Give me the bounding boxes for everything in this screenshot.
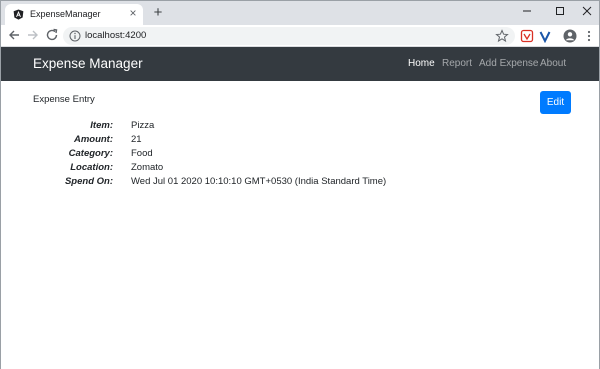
nav-link-report[interactable]: Report [442,58,472,69]
tab-close-icon[interactable]: × [127,7,139,19]
detail-row-amount: Amount: 21 [1,134,599,148]
detail-value: Food [131,148,153,159]
tab-title: ExpenseManager [30,9,101,19]
browser-toolbar: localhost:4200 [1,25,599,47]
kebab-menu-icon[interactable] [585,29,593,43]
reload-icon[interactable] [44,27,60,43]
extension-shield-icon[interactable] [520,29,534,43]
detail-label: Spend On: [64,176,113,187]
detail-row-item: Item: Pizza [1,120,599,134]
nav-link-add-expense[interactable]: Add Expense [479,58,539,69]
minimize-icon[interactable] [514,3,540,19]
expense-details: Item: Pizza Amount: 21 Category: Food Lo… [1,120,599,190]
detail-label: Item: [90,120,113,131]
browser-window: ExpenseManager × + localhost:4200 Expens… [0,0,600,369]
bookmark-star-icon[interactable] [495,29,509,43]
info-icon[interactable] [69,30,81,42]
main-content: Expense Entry Edit Item: Pizza Amount: 2… [1,81,599,369]
detail-row-location: Location: Zomato [1,162,599,176]
tab-strip: ExpenseManager × + [1,1,599,25]
browser-tab[interactable]: ExpenseManager × [5,4,143,25]
forward-arrow-icon[interactable] [25,27,41,43]
back-arrow-icon[interactable] [6,27,22,43]
new-tab-icon[interactable]: + [151,5,165,20]
detail-label: Amount: [73,134,113,145]
page-title: Expense Entry [33,94,95,105]
detail-row-category: Category: Food [1,148,599,162]
detail-row-spend-on: Spend On: Wed Jul 01 2020 10:10:10 GMT+0… [1,176,599,190]
address-bar[interactable]: localhost:4200 [63,27,515,45]
detail-label: Category: [68,148,113,159]
detail-value: Pizza [131,120,155,131]
url-text[interactable]: localhost:4200 [85,30,146,41]
nav-link-about[interactable]: About [540,58,566,69]
detail-value: 21 [131,134,142,145]
window-close-icon[interactable] [574,3,600,19]
detail-value: Zomato [131,162,164,173]
app-navbar: Expense Manager Home Report Add Expense … [1,47,599,81]
angular-icon [13,9,24,20]
nav-link-home[interactable]: Home [408,58,435,69]
profile-avatar-icon[interactable] [563,29,577,43]
maximize-icon[interactable] [547,3,573,19]
navbar-brand[interactable]: Expense Manager [33,56,143,71]
detail-value: Wed Jul 01 2020 10:10:10 GMT+0530 (India… [131,176,387,187]
detail-label: Location: [70,162,113,173]
extension-v-icon[interactable] [538,29,552,43]
edit-button[interactable]: Edit [540,91,571,114]
